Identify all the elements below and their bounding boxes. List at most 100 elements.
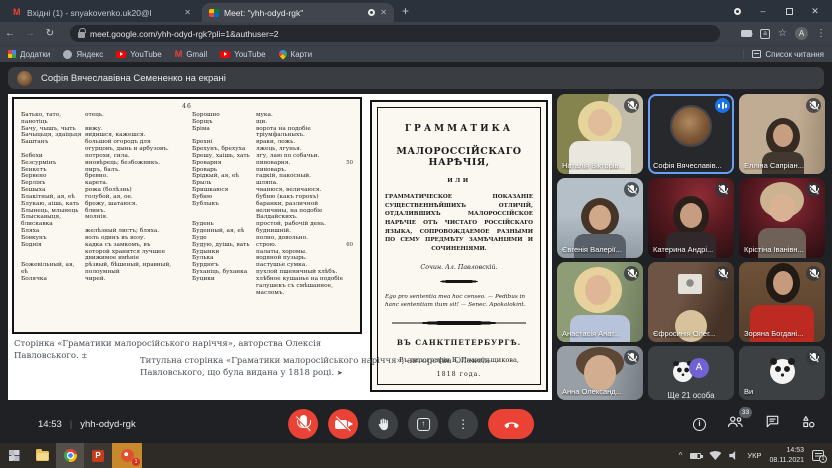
dict-definition: строю. <box>256 242 345 249</box>
dictionary-page-image: 46 Батько, тато, панотіцьотець.Бачу, чыш… <box>12 97 362 334</box>
raise-hand-button[interactable] <box>368 409 398 439</box>
participant-tile-sofia[interactable]: Софія Вячеславів... <box>648 94 734 174</box>
participant-tile-more[interactable]: АЩе 21 особа <box>648 346 734 400</box>
chat-panel-button[interactable] <box>765 414 780 434</box>
url-text: meet.google.com/yhh-odyd-rgk?pli=1&authu… <box>90 29 279 39</box>
window-maximize-button[interactable] <box>776 0 802 22</box>
dict-entry: Борщъщи. <box>192 119 353 126</box>
tab-close-icon[interactable]: ✕ <box>380 8 387 17</box>
line-number: 60 <box>346 242 353 248</box>
window-minimize-button[interactable]: – <box>750 0 776 22</box>
reading-list-button[interactable]: Список читання <box>743 50 824 59</box>
tab-close-icon[interactable]: ✕ <box>184 8 191 17</box>
start-button[interactable] <box>0 443 28 468</box>
bookmark-maps[interactable]: Карти <box>279 50 313 59</box>
mic-muted-icon <box>715 182 730 197</box>
reload-button[interactable]: ↻ <box>40 28 60 39</box>
dict-term: Будую, дуішь, вать <box>192 242 256 249</box>
action-center-icon[interactable]: 1 <box>812 450 824 461</box>
book-city: ВЪ САНКТПЕТЕРБУРГѢ. <box>385 338 533 347</box>
participant-tile-yefrosyniia[interactable]: Єфросинія Олег... <box>648 262 734 342</box>
bookmark-yandex[interactable]: Яндекс <box>63 50 103 59</box>
notification-app-button[interactable]: 1 <box>112 443 142 468</box>
file-explorer-button[interactable] <box>28 443 56 468</box>
powerpoint-taskbar-button[interactable]: P <box>84 443 112 468</box>
dict-definition: большой огородъ для огурцовъ, дынь и арб… <box>85 139 174 153</box>
participant-tile-zoriana[interactable]: Зоряна Богдані... <box>739 262 825 342</box>
dict-entry: Броварняпивоварня.50 <box>192 160 353 167</box>
tab-media-indicator-icon <box>368 9 375 16</box>
battery-icon[interactable] <box>690 453 701 459</box>
participant-tile-kristina[interactable]: Крістіна Іванівн... <box>739 178 825 258</box>
hidden-icons-caret[interactable]: ^ <box>679 451 683 460</box>
dict-term: Бубню <box>192 194 256 201</box>
participant-tile-ellina[interactable]: Елліна Сапріан... <box>739 94 825 174</box>
browser-menu-button[interactable]: ⋮ <box>816 28 826 39</box>
bookmark-youtube-1[interactable]: YouTube <box>116 50 161 59</box>
dict-term: Брехунъ, брехуха <box>192 146 256 153</box>
participant-tile-anastasiia[interactable]: Анастасія Анат... <box>557 262 643 342</box>
participant-name: Єфросинія Олег... <box>653 329 730 338</box>
separator: | <box>70 419 72 430</box>
dict-term: Баштанъ <box>21 139 85 153</box>
bookmark-apps[interactable]: Додатки <box>8 50 50 59</box>
present-button[interactable]: ↑ <box>408 409 438 439</box>
taskbar-clock[interactable]: 14:53 08.11.2021 <box>769 446 804 464</box>
dict-term: Божевільный, ая, еѣ <box>21 262 85 276</box>
address-bar[interactable]: meet.google.com/yhh-odyd-rgk?pli=1&authu… <box>70 25 720 42</box>
language-indicator[interactable]: УКР <box>747 451 761 460</box>
dict-definition: рѣзвый, бѣшеный, нравный, полоумный <box>85 262 174 276</box>
dict-definition: пухлой пшеничный хлѣбъ. <box>256 269 345 276</box>
dict-term: Брідкый, ая, еѣ <box>192 173 256 180</box>
dict-term: Борошно <box>192 112 256 119</box>
system-tray: ^ УКР 14:53 08.11.2021 1 <box>679 446 832 464</box>
dict-term: Брешу, хаішь, хать <box>192 153 256 160</box>
dict-term: Брыль <box>192 180 256 187</box>
dict-entry: Будую, дуішь, ватьстрою.60 <box>192 242 353 249</box>
tab-meet[interactable]: Meet: "yhh-odyd-rgk" ✕ <box>202 3 394 22</box>
dict-entry: Блакітный, ая, еѣголубой, ая, ое. <box>21 194 182 201</box>
tab-title: Meet: "yhh-odyd-rgk" <box>224 8 363 18</box>
youtube-icon <box>220 51 230 58</box>
window-close-button[interactable]: ✕ <box>802 0 828 22</box>
back-button[interactable]: ← <box>0 28 20 39</box>
meet-control-bar: 14:53 | yhh-odyd-rgk ↑ ⋮ i <box>0 405 832 443</box>
camera-off-button[interactable] <box>328 409 358 439</box>
chrome-taskbar-button[interactable] <box>56 443 84 468</box>
activities-button[interactable] <box>801 414 816 434</box>
mic-off-button[interactable] <box>288 409 318 439</box>
person-figure <box>589 205 611 230</box>
speaker-icon[interactable] <box>729 451 739 460</box>
profile-avatar[interactable]: A <box>795 27 808 40</box>
participant-tile-kateryna[interactable]: Катерина Андрі... <box>648 178 734 258</box>
caption-marker-icon: ± <box>81 352 87 360</box>
folder-icon <box>36 451 49 461</box>
dict-entry: Батько, тато, панотіцьотець. <box>21 112 182 126</box>
dict-entry: Буцикихлѣбное кушанье на подобіе галушек… <box>192 276 353 296</box>
dict-term: Бервено <box>21 173 85 180</box>
screen: M Вхідні (1) - snyakovenko.uk20@l ✕ Meet… <box>0 0 832 468</box>
dict-entry: Бачу, чышъ, чытьвижу. <box>21 126 182 133</box>
new-tab-button[interactable]: + <box>402 4 409 18</box>
participant-tile-anna[interactable]: Анна Олександ... <box>557 346 643 400</box>
participant-tile-natalia[interactable]: Наталія Вікторів... <box>557 94 643 174</box>
participant-tile-yevheniia[interactable]: Євгенія Валерії... <box>557 178 643 258</box>
dict-term: Блынець, млынець <box>21 208 85 215</box>
bookmark-gmail[interactable]: MGmail <box>175 50 207 59</box>
forward-button[interactable]: → <box>20 28 40 39</box>
dict-entry: Блынець, млынецьблинъ. <box>21 208 182 215</box>
more-options-button[interactable]: ⋮ <box>448 409 478 439</box>
camera-permission-icon[interactable] <box>741 30 752 37</box>
bookmark-youtube-2[interactable]: YouTube <box>220 50 265 59</box>
tab-gmail[interactable]: M Вхідні (1) - snyakovenko.uk20@l ✕ <box>6 3 198 22</box>
participant-tile-you[interactable]: Ви <box>739 346 825 400</box>
wifi-icon[interactable] <box>709 451 721 460</box>
participants-panel-button[interactable]: 33 <box>727 414 744 434</box>
dict-entry: Бебехипотрохи, сила. <box>21 153 182 160</box>
mic-muted-icon <box>806 98 821 113</box>
bookmark-star-icon[interactable]: ☆ <box>778 28 787 39</box>
meeting-details-icon[interactable]: i <box>693 418 706 431</box>
translate-icon[interactable]: а <box>760 29 770 39</box>
dict-term: Блукаю, аішь, кать <box>21 201 85 208</box>
end-call-button[interactable] <box>488 409 534 439</box>
